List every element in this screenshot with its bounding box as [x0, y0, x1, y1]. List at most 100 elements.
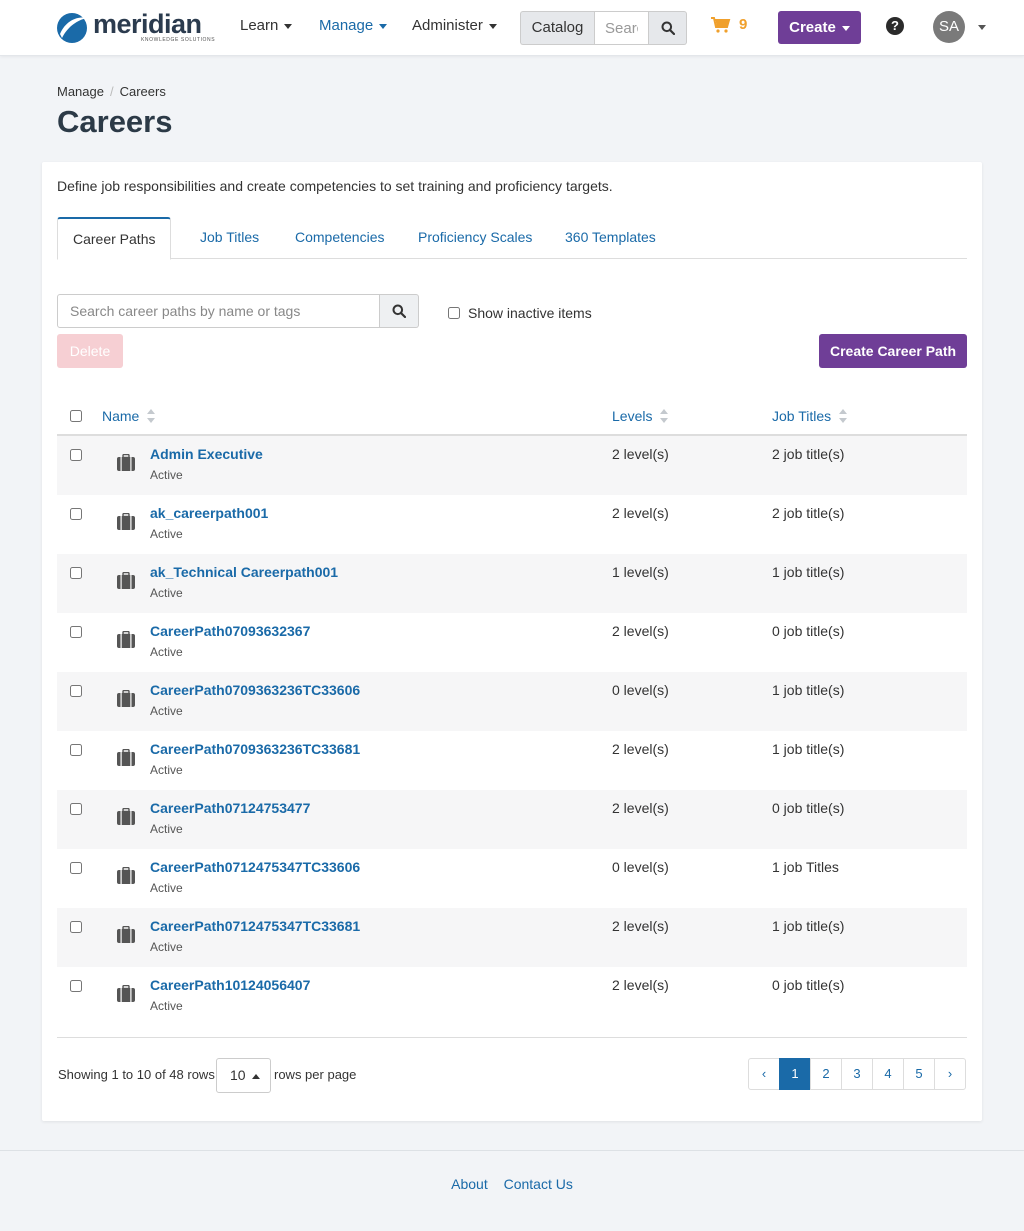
rows-per-page-value: 10 — [230, 1067, 246, 1083]
row-checkbox[interactable] — [70, 980, 82, 992]
column-header-levels[interactable]: Levels — [612, 408, 669, 424]
nav-learn-label: Learn — [240, 17, 279, 34]
cart-button[interactable]: 9 — [711, 16, 747, 33]
create-career-path-button[interactable]: Create Career Path — [819, 334, 967, 368]
status-text: Active — [150, 645, 183, 659]
show-inactive-label: Show inactive items — [468, 305, 592, 321]
table-row: CareerPath0712475347TC33606 Active 0 lev… — [57, 849, 967, 908]
user-avatar[interactable]: SA — [933, 11, 965, 43]
career-path-name-link[interactable]: CareerPath10124056407 — [150, 977, 310, 993]
row-checkbox[interactable] — [70, 744, 82, 756]
table-row: CareerPath07124753477 Active 2 level(s) … — [57, 790, 967, 849]
row-checkbox[interactable] — [70, 449, 82, 461]
status-text: Active — [150, 468, 183, 482]
meridian-logo-icon — [57, 13, 87, 43]
global-search-input[interactable] — [594, 11, 649, 45]
row-checkbox[interactable] — [70, 862, 82, 874]
create-menu-label: Create — [789, 19, 836, 36]
nav-administer-label: Administer — [412, 17, 483, 34]
job-titles-cell: 2 job title(s) — [772, 505, 845, 521]
table-row: CareerPath0709363236TC33606 Active 0 lev… — [57, 672, 967, 731]
briefcase-icon — [117, 572, 135, 589]
column-name-label: Name — [102, 408, 140, 424]
career-path-name-link[interactable]: ak_careerpath001 — [150, 505, 268, 521]
career-path-search-button[interactable] — [380, 294, 419, 328]
job-titles-cell: 2 job title(s) — [772, 446, 845, 462]
logo-wordmark: meridian — [93, 9, 202, 39]
career-path-search-input[interactable] — [57, 294, 380, 328]
column-header-job-titles[interactable]: Job Titles — [772, 408, 848, 424]
meridian-logo[interactable]: meridian KNOWLEDGE SOLUTIONS — [56, 9, 215, 46]
page-5-button[interactable]: 5 — [903, 1058, 935, 1090]
row-checkbox[interactable] — [70, 685, 82, 697]
career-path-table: Admin Executive Active 2 level(s) 2 job … — [57, 436, 967, 1026]
career-path-name-link[interactable]: CareerPath0712475347TC33606 — [150, 859, 360, 875]
page-1-button[interactable]: 1 — [779, 1058, 811, 1090]
help-icon[interactable]: ? — [886, 17, 904, 35]
career-path-name-link[interactable]: CareerPath0709363236TC33681 — [150, 741, 360, 757]
job-titles-cell: 1 job title(s) — [772, 918, 845, 934]
row-checkbox[interactable] — [70, 508, 82, 520]
chevron-down-icon — [488, 23, 497, 29]
row-checkbox[interactable] — [70, 626, 82, 638]
cart-count: 9 — [739, 16, 748, 33]
career-path-name-link[interactable]: CareerPath07124753477 — [150, 800, 310, 816]
briefcase-icon — [117, 926, 135, 943]
create-menu-button[interactable]: Create — [778, 11, 861, 44]
career-path-name-link[interactable]: ak_Technical Careerpath001 — [150, 564, 338, 580]
levels-cell: 0 level(s) — [612, 682, 669, 698]
table-row: CareerPath0709363236TC33681 Active 2 lev… — [57, 731, 967, 790]
career-path-name-link[interactable]: CareerPath0712475347TC33681 — [150, 918, 360, 934]
row-checkbox[interactable] — [70, 921, 82, 933]
job-titles-cell: 1 job title(s) — [772, 564, 845, 580]
briefcase-icon — [117, 690, 135, 707]
career-path-name-link[interactable]: Admin Executive — [150, 446, 263, 462]
tab-360-templates[interactable]: 360 Templates — [550, 217, 671, 259]
nav-manage[interactable]: Manage — [319, 17, 388, 34]
pagination: ‹ 1 2 3 4 5 › — [748, 1058, 966, 1090]
status-text: Active — [150, 999, 183, 1013]
tab-job-titles[interactable]: Job Titles — [185, 217, 274, 259]
rows-per-page-select[interactable]: 10 — [216, 1058, 271, 1093]
catalog-button[interactable]: Catalog — [520, 11, 594, 45]
sort-icon — [660, 409, 669, 423]
previous-page-button[interactable]: ‹ — [748, 1058, 780, 1090]
footer-about-link[interactable]: About — [451, 1176, 488, 1192]
global-search-button[interactable] — [649, 11, 687, 45]
chevron-down-icon[interactable] — [978, 25, 986, 30]
page-4-button[interactable]: 4 — [872, 1058, 904, 1090]
show-inactive-checkbox[interactable] — [448, 307, 460, 319]
briefcase-icon — [117, 454, 135, 471]
page-title: Careers — [57, 104, 173, 139]
levels-cell: 1 level(s) — [612, 564, 669, 580]
page-2-button[interactable]: 2 — [810, 1058, 842, 1090]
levels-cell: 2 level(s) — [612, 741, 669, 757]
row-checkbox[interactable] — [70, 567, 82, 579]
next-page-button[interactable]: › — [934, 1058, 966, 1090]
career-path-name-link[interactable]: CareerPath07093632367 — [150, 623, 310, 639]
show-inactive-toggle[interactable]: Show inactive items — [448, 305, 592, 321]
breadcrumb-manage[interactable]: Manage — [57, 84, 104, 99]
nav-manage-label: Manage — [319, 17, 374, 34]
tab-career-paths[interactable]: Career Paths — [57, 217, 172, 260]
status-text: Active — [150, 527, 183, 541]
shopping-cart-icon — [711, 16, 731, 33]
nav-administer[interactable]: Administer — [412, 17, 497, 34]
career-path-name-link[interactable]: CareerPath0709363236TC33606 — [150, 682, 360, 698]
select-all-checkbox[interactable] — [70, 410, 82, 422]
global-search-group: Catalog — [520, 11, 687, 45]
nav-learn[interactable]: Learn — [240, 17, 293, 34]
levels-cell: 2 level(s) — [612, 505, 669, 521]
page-3-button[interactable]: 3 — [841, 1058, 873, 1090]
column-header-name[interactable]: Name — [102, 408, 156, 424]
briefcase-icon — [117, 749, 135, 766]
search-icon — [661, 21, 675, 35]
delete-button[interactable]: Delete — [57, 334, 123, 368]
levels-cell: 0 level(s) — [612, 859, 669, 875]
levels-cell: 2 level(s) — [612, 446, 669, 462]
row-checkbox[interactable] — [70, 803, 82, 815]
footer-contact-link[interactable]: Contact Us — [504, 1176, 573, 1192]
tab-proficiency-scales[interactable]: Proficiency Scales — [403, 217, 547, 259]
tab-competencies[interactable]: Competencies — [280, 217, 400, 259]
table-header: Name Levels Job Titles — [57, 398, 967, 436]
